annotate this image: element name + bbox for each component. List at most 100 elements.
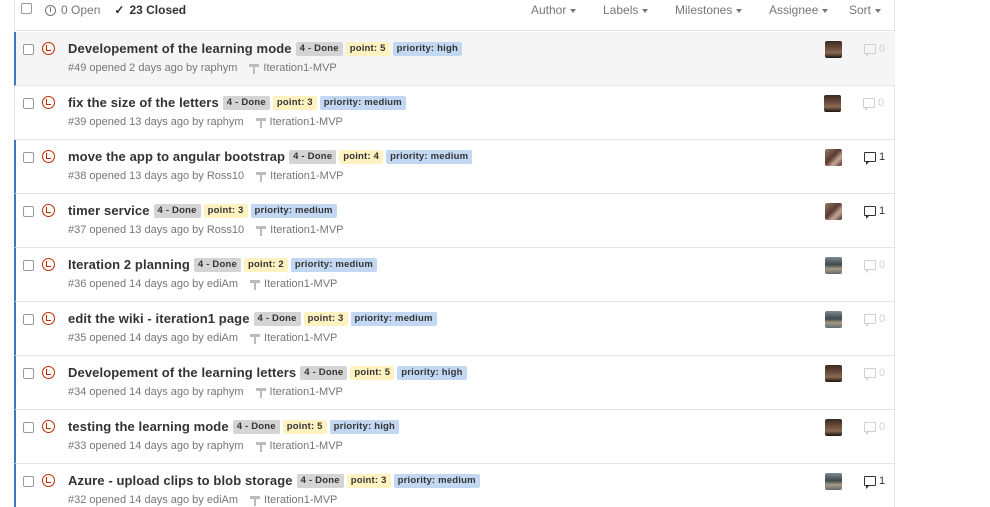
issue-checkbox[interactable] [23,314,34,325]
milestone-label: Iteration1-MVP [263,62,337,74]
status-label[interactable]: 4 - Done [296,473,344,488]
issue-title-link[interactable]: Developement of the learning letters [68,365,296,380]
milestone-link[interactable]: Iteration1-MVP [255,386,343,398]
milestone-link[interactable]: Iteration1-MVP [256,170,344,182]
issue-checkbox[interactable] [23,476,34,487]
milestones-filter[interactable]: Milestones [675,3,769,17]
status-label[interactable]: 4 - Done [300,365,348,380]
issue-row[interactable]: move the app to angular bootstrap 4 - Do… [14,140,895,194]
comments-link[interactable]: 0 [864,43,885,57]
milestone-link[interactable]: Iteration1-MVP [250,332,337,344]
sort-filter[interactable]: Sort [849,3,882,17]
point-label[interactable]: point: 5 [345,41,390,56]
priority-label[interactable]: priority: high [329,419,400,434]
assignee-avatar[interactable] [825,311,842,328]
issue-row[interactable]: testing the learning mode 4 - Done point… [14,410,895,464]
milestone-label: Iteration1-MVP [269,116,343,128]
point-label[interactable]: point: 3 [303,311,348,326]
status-label[interactable]: 4 - Done [222,95,270,110]
comments-count: 0 [879,367,886,379]
assignee-avatar[interactable] [825,41,842,58]
milestone-link[interactable]: Iteration1-MVP [255,440,343,452]
point-label[interactable]: point: 3 [272,95,317,110]
milestone-icon [255,117,266,128]
milestone-link[interactable]: Iteration1-MVP [250,278,337,290]
priority-label[interactable]: priority: high [397,365,467,380]
status-label[interactable]: 4 - Done [289,149,337,164]
issue-title-link[interactable]: timer service [68,203,150,218]
issue-title-link[interactable]: edit the wiki - iteration1 page [68,311,250,326]
issue-checkbox[interactable] [23,260,34,271]
assignee-avatar[interactable] [825,149,842,166]
issue-checkbox[interactable] [23,368,34,379]
assignee-avatar[interactable] [825,365,842,382]
assignee-avatar[interactable] [825,473,842,490]
comments-link[interactable]: 0 [864,313,885,327]
select-all-checkbox[interactable] [21,3,32,14]
comment-icon [863,98,875,111]
issue-row[interactable]: fix the size of the letters 4 - Done poi… [15,86,895,140]
status-label[interactable]: 4 - Done [253,311,301,326]
issue-title-link[interactable]: Azure - upload clips to blob storage [68,473,293,488]
assignee-avatar[interactable] [825,257,842,274]
closed-issues-tab[interactable]: ✓ 23 Closed [114,3,186,17]
assignee-avatar[interactable] [824,95,841,112]
milestone-link[interactable]: Iteration1-MVP [249,62,337,74]
comments-link[interactable]: 0 [864,259,885,273]
comments-link[interactable]: 0 [864,367,886,381]
milestone-label: Iteration1-MVP [270,224,344,236]
issue-title-link[interactable]: move the app to angular bootstrap [68,149,285,164]
point-label[interactable]: point: 5 [282,419,327,434]
comments-link[interactable]: 1 [864,205,885,219]
issue-checkbox[interactable] [23,152,34,163]
point-label[interactable]: point: 3 [346,473,391,488]
issue-title-link[interactable]: Iteration 2 planning [68,257,190,272]
issue-row[interactable]: Iteration 2 planning 4 - Done point: 2 p… [14,248,895,302]
point-label[interactable]: point: 2 [243,257,288,272]
assignee-filter[interactable]: Assignee [769,3,849,17]
priority-label[interactable]: priority: medium [250,203,337,218]
issue-title-link[interactable]: Developement of the learning mode [68,41,292,56]
milestone-link[interactable]: Iteration1-MVP [250,494,337,506]
milestone-link[interactable]: Iteration1-MVP [256,224,344,236]
status-label[interactable]: 4 - Done [232,419,280,434]
priority-label[interactable]: priority: medium [319,95,406,110]
open-issues-tab[interactable]: 0 Open [45,3,100,17]
milestone-label: Iteration1-MVP [264,332,338,344]
comments-link[interactable]: 0 [864,421,885,435]
labels-filter[interactable]: Labels [603,3,675,17]
issue-row[interactable]: Developement of the learning letters 4 -… [14,356,895,410]
comments-link[interactable]: 0 [863,97,884,111]
issue-row[interactable]: timer service 4 - Done point: 3 priority… [14,194,895,248]
priority-label[interactable]: priority: medium [386,149,473,164]
milestone-link[interactable]: Iteration1-MVP [255,116,343,128]
assignee-avatar[interactable] [825,203,842,220]
priority-label[interactable]: priority: high [392,41,462,56]
issue-title-line: edit the wiki - iteration1 page 4 - Done… [68,311,440,326]
issue-checkbox[interactable] [23,206,34,217]
issue-title-link[interactable]: testing the learning mode [68,419,229,434]
status-label[interactable]: 4 - Done [153,203,201,218]
priority-label[interactable]: priority: medium [393,473,480,488]
issue-meta: #36 opened 14 days ago by ediAm Iteratio… [68,278,337,290]
status-label[interactable]: 4 - Done [193,257,241,272]
point-label[interactable]: point: 5 [350,365,395,380]
issue-checkbox[interactable] [23,422,34,433]
priority-label[interactable]: priority: medium [290,257,378,272]
point-label[interactable]: point: 4 [339,149,384,164]
issue-closed-icon [42,420,55,433]
issue-row[interactable]: Developement of the learning mode 4 - Do… [14,32,895,86]
priority-label[interactable]: priority: medium [350,311,437,326]
author-filter[interactable]: Author [531,3,603,17]
issue-closed-icon [42,204,55,217]
issue-checkbox[interactable] [23,98,34,109]
issue-title-link[interactable]: fix the size of the letters [68,95,219,110]
issue-checkbox[interactable] [23,44,34,55]
status-label[interactable]: 4 - Done [295,41,343,56]
comments-link[interactable]: 1 [864,151,885,165]
issue-row[interactable]: Azure - upload clips to blob storage 4 -… [14,464,895,507]
assignee-avatar[interactable] [825,419,842,436]
issue-row[interactable]: edit the wiki - iteration1 page 4 - Done… [14,302,895,356]
point-label[interactable]: point: 3 [203,203,248,218]
comments-link[interactable]: 1 [864,475,885,489]
